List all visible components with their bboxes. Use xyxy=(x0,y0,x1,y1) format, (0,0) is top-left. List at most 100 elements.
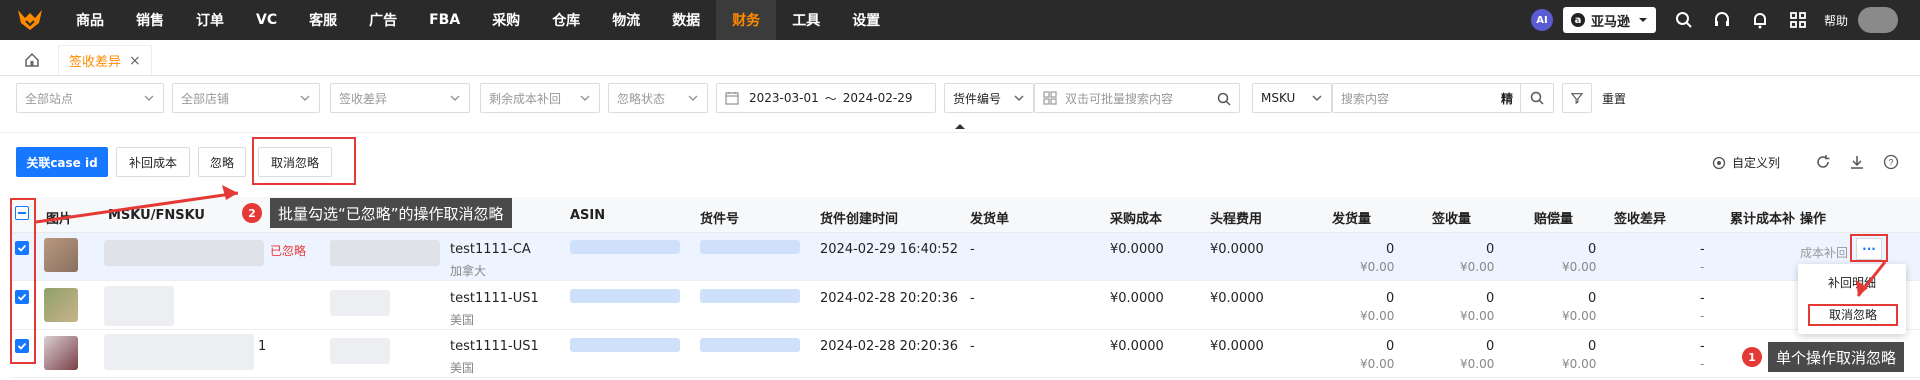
recv-amount: ¥0.00 xyxy=(1460,357,1495,371)
amazon-icon: a xyxy=(1570,13,1585,27)
column-header-recv-qty: 签收量 xyxy=(1432,212,1472,227)
headset-icon[interactable] xyxy=(1710,8,1734,32)
chevron-down-icon xyxy=(580,95,590,102)
diff-select-value: 签收差异 xyxy=(339,91,388,106)
custom-columns-button[interactable]: 自定义列 xyxy=(1712,154,1780,171)
custom-columns-label: 自定义列 xyxy=(1732,156,1781,170)
bell-icon[interactable] xyxy=(1748,8,1772,32)
nav-item-fba[interactable]: FBA xyxy=(413,0,476,40)
column-header-purchase-cost: 采购成本 xyxy=(1110,212,1163,227)
chevron-down-icon xyxy=(450,95,460,102)
ignore-status-select[interactable]: 忽略状态 xyxy=(608,83,708,113)
remain-cost-select[interactable]: 剩余成本补回 xyxy=(480,83,600,113)
asin-blurred[interactable] xyxy=(570,289,680,303)
nav-item-finance[interactable]: 财务 xyxy=(716,0,777,40)
menu-item-reclaim-detail[interactable]: 补回明细 xyxy=(1798,274,1906,291)
nav-item-products[interactable]: 商品 xyxy=(60,0,120,40)
shipment-no-blurred[interactable] xyxy=(700,338,800,352)
avatar[interactable] xyxy=(1858,7,1898,33)
filter-icon xyxy=(1571,93,1583,105)
chevron-down-icon xyxy=(144,95,154,102)
shop-select-value: 全部店铺 xyxy=(181,91,230,106)
apps-grid-icon[interactable] xyxy=(1786,8,1810,32)
table-row[interactable] xyxy=(12,330,1920,378)
recv-amount: ¥0.00 xyxy=(1460,260,1495,274)
nav-item-service[interactable]: 客服 xyxy=(293,0,353,40)
purchase-cost: ¥0.0000 xyxy=(1110,339,1164,354)
tab-receipt-diff[interactable]: 签收差异 × xyxy=(58,45,152,75)
comp-amount: ¥0.00 xyxy=(1562,260,1597,274)
content-search-input[interactable]: 搜索内容 精 xyxy=(1332,83,1522,113)
table-row[interactable] xyxy=(12,282,1920,330)
diff-select[interactable]: 签收差异 xyxy=(330,83,470,113)
collapse-icon[interactable] xyxy=(954,122,966,130)
column-header-cum-cost: 累计成本补 xyxy=(1730,212,1796,227)
reclaim-cost-button[interactable]: 补回成本 xyxy=(116,147,190,177)
nav-item-purchase[interactable]: 采购 xyxy=(476,0,536,40)
fnsku-blurred xyxy=(330,290,390,316)
reset-button[interactable]: 重置 xyxy=(1602,90,1626,107)
help-link[interactable]: 帮助 xyxy=(1824,12,1848,29)
nav-item-logistics[interactable]: 物流 xyxy=(596,0,656,40)
batch-search-input[interactable]: 双击可批量搜索内容 xyxy=(1034,83,1240,113)
logo-icon[interactable] xyxy=(0,0,60,40)
nav-item-sales[interactable]: 销售 xyxy=(120,0,180,40)
caret-down-icon xyxy=(1638,18,1647,22)
nav-item-settings[interactable]: 设置 xyxy=(836,0,896,40)
msku-suffix: 1 xyxy=(258,339,267,354)
top-nav: 商品 销售 订单 VC 客服 广告 FBA 采购 仓库 物流 数据 财务 工具 … xyxy=(0,0,1920,40)
msku-blurred xyxy=(104,286,174,326)
annotation-marker-2: 2 xyxy=(242,203,262,223)
nav-item-tools[interactable]: 工具 xyxy=(776,0,836,40)
precise-toggle[interactable]: 精 xyxy=(1501,90,1513,107)
asin-blurred[interactable] xyxy=(570,240,680,254)
ignore-button[interactable]: 忽略 xyxy=(198,147,246,177)
chevron-down-icon xyxy=(1014,95,1024,102)
refresh-icon[interactable] xyxy=(1815,154,1831,170)
download-icon[interactable] xyxy=(1849,154,1865,170)
invoice: - xyxy=(970,339,975,354)
msku-blurred xyxy=(104,334,254,370)
nav-item-vc[interactable]: VC xyxy=(240,0,293,40)
search-button[interactable] xyxy=(1520,83,1554,113)
cargo-no-select[interactable]: 货件编号 xyxy=(944,83,1034,113)
nav-item-warehouse[interactable]: 仓库 xyxy=(536,0,596,40)
nav-item-orders[interactable]: 订单 xyxy=(180,0,240,40)
invoice: - xyxy=(970,242,975,257)
nav-item-data[interactable]: 数据 xyxy=(656,0,716,40)
nav-item-ads[interactable]: 广告 xyxy=(353,0,413,40)
column-header-receipt-diff: 签收差异 xyxy=(1614,212,1667,227)
msku-select-value: MSKU xyxy=(1261,91,1296,105)
store-select[interactable]: a 亚马逊 xyxy=(1562,7,1656,33)
ship-qty: 0 xyxy=(1386,291,1395,306)
create-time: 2024-02-29 16:40:52 xyxy=(820,242,959,257)
site-select-value: 全部站点 xyxy=(25,91,74,106)
column-header-ops: 操作 xyxy=(1800,212,1827,227)
fnsku-blurred xyxy=(330,240,440,266)
search-icon xyxy=(1530,91,1544,105)
date-range-picker[interactable]: 2023-03-01 ～ 2024-02-29 xyxy=(716,83,936,113)
search-icon[interactable] xyxy=(1672,8,1696,32)
search-icon[interactable] xyxy=(1217,92,1231,106)
date-separator: ～ xyxy=(824,91,837,106)
shop-select[interactable]: 全部店铺 xyxy=(172,83,320,113)
msku-select[interactable]: MSKU xyxy=(1252,83,1332,113)
reclaim-cost-link[interactable]: 成本补回 xyxy=(1800,244,1848,261)
filter-button[interactable] xyxy=(1562,83,1592,113)
help-icon[interactable]: ? xyxy=(1883,154,1899,170)
close-icon[interactable]: × xyxy=(129,53,141,69)
link-case-button[interactable]: 关联case id xyxy=(16,147,108,177)
ai-assistant-button[interactable]: AI xyxy=(1530,9,1553,31)
purchase-cost: ¥0.0000 xyxy=(1110,291,1164,306)
home-tab[interactable] xyxy=(10,45,54,75)
annotation-single: 单个操作取消忽略 xyxy=(1768,342,1905,372)
tab-label: 签收差异 xyxy=(69,55,122,70)
shipment-country: 美国 xyxy=(450,313,475,327)
site-select[interactable]: 全部站点 xyxy=(16,83,164,113)
column-header-invoice: 发货单 xyxy=(970,212,1010,227)
menu-item-unignore[interactable]: 取消忽略 xyxy=(1808,304,1898,326)
asin-blurred[interactable] xyxy=(570,338,680,352)
shipment-no-blurred[interactable] xyxy=(700,289,800,303)
shipment-no-blurred[interactable] xyxy=(700,240,800,254)
highlight-box-unignore xyxy=(252,137,356,185)
